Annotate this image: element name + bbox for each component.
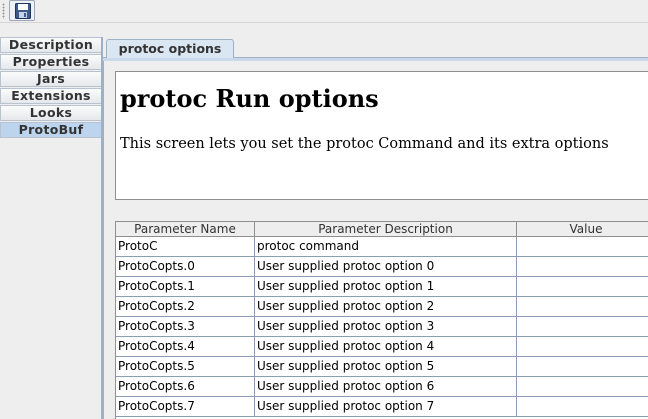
column-header-value[interactable]: Value xyxy=(517,222,648,236)
param-name-cell[interactable]: ProtoCopts.5 xyxy=(116,357,255,376)
param-value-cell[interactable] xyxy=(517,357,648,376)
table-row[interactable]: ProtoCopts.7 User supplied protoc option… xyxy=(116,397,648,417)
table-row[interactable]: ProtoCopts.5 User supplied protoc option… xyxy=(116,357,648,377)
table-row[interactable]: ProtoCopts.0 User supplied protoc option… xyxy=(116,257,648,277)
param-value-cell[interactable] xyxy=(517,237,648,256)
page-description: This screen lets you set the protoc Comm… xyxy=(120,136,609,152)
toolbar xyxy=(0,0,648,23)
table-row[interactable]: ProtoC protoc command xyxy=(116,237,648,257)
param-description-cell[interactable]: User supplied protoc option 3 xyxy=(255,317,517,336)
param-description-cell[interactable]: User supplied protoc option 0 xyxy=(255,257,517,276)
toolbar-grip[interactable] xyxy=(2,3,5,19)
param-description-cell[interactable]: User supplied protoc option 5 xyxy=(255,357,517,376)
param-value-cell[interactable] xyxy=(517,377,648,396)
param-name-cell[interactable]: ProtoC xyxy=(116,237,255,256)
table-header: Parameter Name Parameter Description Val… xyxy=(116,222,648,237)
column-header-description[interactable]: Parameter Description xyxy=(255,222,517,236)
param-description-cell[interactable]: User supplied protoc option 1 xyxy=(255,277,517,296)
param-name-cell[interactable]: ProtoCopts.3 xyxy=(116,317,255,336)
param-name-cell[interactable]: ProtoCopts.7 xyxy=(116,397,255,416)
column-header-name[interactable]: Parameter Name xyxy=(116,222,255,236)
param-description-cell[interactable]: User supplied protoc option 4 xyxy=(255,337,517,356)
param-value-cell[interactable] xyxy=(517,257,648,276)
table-row[interactable]: ProtoCopts.4 User supplied protoc option… xyxy=(116,337,648,357)
param-value-cell[interactable] xyxy=(517,297,648,316)
param-value-cell[interactable] xyxy=(517,337,648,356)
param-description-cell[interactable]: User supplied protoc option 7 xyxy=(255,397,517,416)
floppy-disk-icon xyxy=(15,3,31,19)
parameter-table: Parameter Name Parameter Description Val… xyxy=(115,221,648,419)
nav-item-looks[interactable]: Looks xyxy=(0,105,101,121)
param-name-cell[interactable]: ProtoCopts.1 xyxy=(116,277,255,296)
table-row[interactable]: ProtoCopts.1 User supplied protoc option… xyxy=(116,277,648,297)
save-button[interactable] xyxy=(9,0,35,21)
param-description-cell[interactable]: User supplied protoc option 6 xyxy=(255,377,517,396)
nav-item-protobuf[interactable]: ProtoBuf xyxy=(0,122,101,138)
param-name-cell[interactable]: ProtoCopts.4 xyxy=(116,337,255,356)
nav-item-extensions[interactable]: Extensions xyxy=(0,88,101,104)
nav-item-properties[interactable]: Properties xyxy=(0,54,101,70)
table-row[interactable]: ProtoCopts.3 User supplied protoc option… xyxy=(116,317,648,337)
page-title: protoc Run options xyxy=(120,84,379,113)
param-description-cell[interactable]: protoc command xyxy=(255,237,517,256)
param-value-cell[interactable] xyxy=(517,277,648,296)
param-name-cell[interactable]: ProtoCopts.2 xyxy=(116,297,255,316)
param-name-cell[interactable]: ProtoCopts.6 xyxy=(116,377,255,396)
nav-item-jars[interactable]: Jars xyxy=(0,71,101,87)
table-row[interactable]: ProtoCopts.2 User supplied protoc option… xyxy=(116,297,648,317)
param-value-cell[interactable] xyxy=(517,317,648,336)
tab-protoc-options[interactable]: protoc options xyxy=(106,39,234,58)
param-description-cell[interactable]: User supplied protoc option 2 xyxy=(255,297,517,316)
param-name-cell[interactable]: ProtoCopts.0 xyxy=(116,257,255,276)
param-value-cell[interactable] xyxy=(517,397,648,416)
table-row[interactable]: ProtoCopts.6 User supplied protoc option… xyxy=(116,377,648,397)
nav-item-description[interactable]: Description xyxy=(0,37,101,53)
